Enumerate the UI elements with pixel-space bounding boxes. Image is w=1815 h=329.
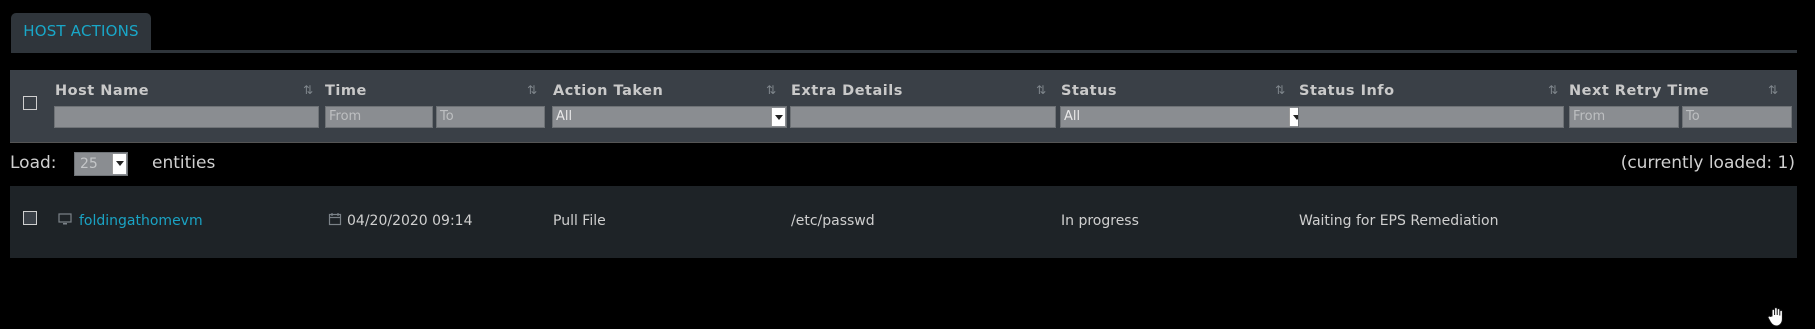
select-all-checkbox[interactable] [23, 96, 37, 110]
column-header-next-retry-time[interactable]: Next Retry Time [1569, 83, 1709, 99]
column-header-action-taken[interactable]: Action Taken [553, 83, 663, 99]
action-taken-cell: Pull File [553, 213, 606, 229]
sort-icon[interactable]: ⇅ [766, 82, 782, 98]
next-retry-from-input[interactable]: From [1569, 106, 1679, 128]
load-label: Load: [10, 153, 57, 173]
sort-icon[interactable]: ⇅ [1036, 82, 1052, 98]
column-header-host-name[interactable]: Host Name [55, 83, 149, 99]
action-taken-select[interactable]: All [552, 106, 787, 128]
time-from-input[interactable]: From [325, 106, 433, 128]
next-retry-to-input[interactable]: To [1682, 106, 1792, 128]
chevron-down-icon[interactable] [771, 108, 785, 126]
extra-details-cell: /etc/passwd [791, 213, 875, 229]
tab-bar: HOST ACTIONS [11, 13, 1797, 53]
sort-icon[interactable]: ⇅ [303, 82, 319, 98]
status-info-filter-input[interactable] [1298, 106, 1564, 128]
sort-icon[interactable]: ⇅ [1275, 82, 1291, 98]
extra-details-filter-input[interactable] [790, 106, 1056, 128]
column-header-extra-details[interactable]: Extra Details [791, 83, 903, 99]
time-to-input[interactable]: To [436, 106, 545, 128]
sort-icon[interactable]: ⇅ [1768, 82, 1784, 98]
sort-icon[interactable]: ⇅ [1548, 82, 1564, 98]
hand-cursor-icon [1767, 307, 1783, 327]
host-name-filter-input[interactable] [54, 106, 319, 128]
status-selected: All [1064, 109, 1081, 124]
entities-label: entities [152, 153, 216, 173]
table-header: Host Name ⇅ Time ⇅ From To Action Taken … [10, 70, 1797, 143]
column-header-time[interactable]: Time [325, 83, 367, 99]
sort-icon[interactable]: ⇅ [527, 82, 543, 98]
status-info-cell: Waiting for EPS Remediation [1299, 213, 1499, 229]
time-cell: 04/20/2020 09:14 [347, 213, 473, 229]
host-name-link[interactable]: foldingathomevm [79, 213, 203, 229]
load-count-select[interactable]: 25 [74, 152, 128, 176]
status-select[interactable]: All [1060, 106, 1305, 128]
column-header-status[interactable]: Status [1061, 83, 1117, 99]
loaded-count-label: (currently loaded: 1) [1620, 153, 1795, 173]
status-cell: In progress [1061, 213, 1139, 229]
calendar-icon [328, 213, 342, 226]
action-taken-selected: All [556, 109, 573, 124]
row-checkbox[interactable] [23, 211, 37, 225]
tab-host-actions[interactable]: HOST ACTIONS [11, 13, 151, 50]
table-row[interactable]: foldingathomevm 04/20/2020 09:14 Pull Fi… [10, 186, 1797, 258]
load-count-value: 25 [80, 156, 98, 172]
chevron-down-icon[interactable] [112, 154, 126, 174]
monitor-icon [58, 213, 72, 225]
column-header-status-info[interactable]: Status Info [1299, 83, 1395, 99]
